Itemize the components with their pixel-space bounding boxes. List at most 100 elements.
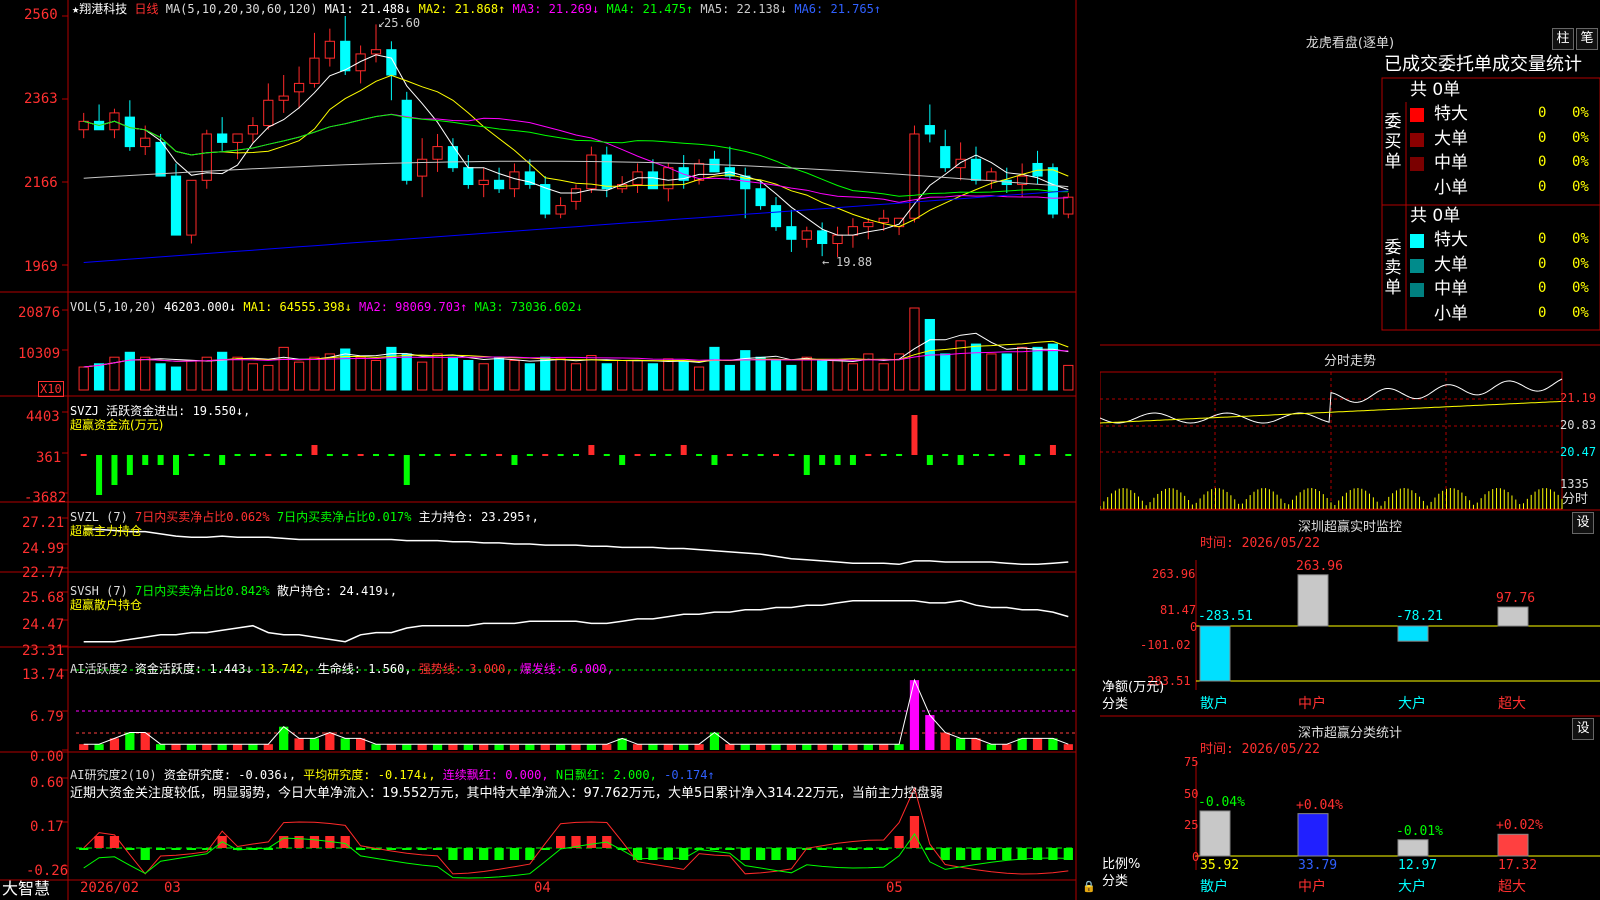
candle-body bbox=[247, 125, 259, 135]
main-chart-svg[interactable] bbox=[0, 0, 1100, 900]
fund-flow-bar bbox=[634, 454, 641, 456]
fund-flow-bar bbox=[1003, 454, 1010, 456]
app-logo[interactable]: 大智慧 bbox=[2, 880, 50, 898]
svzl-subtitle: 超赢主力持仓 bbox=[70, 524, 143, 538]
high-arrow-icon: ↙ bbox=[378, 16, 386, 30]
sell-row-pct: 0% bbox=[1572, 280, 1589, 296]
minute-y-tick: 20.47 bbox=[1560, 445, 1597, 459]
sz-stats-y-tick: 0 bbox=[1192, 850, 1200, 864]
candle-body bbox=[524, 171, 535, 186]
buy-row-pct: 0% bbox=[1572, 129, 1589, 146]
svsh-y-tick: 25.68 bbox=[22, 590, 65, 606]
activity-bar bbox=[402, 744, 412, 750]
activity-bar bbox=[248, 744, 258, 750]
fund-flow-bar bbox=[665, 454, 672, 456]
volume-bar bbox=[940, 353, 951, 391]
kline-y-tick: 2363 bbox=[24, 91, 58, 107]
sz-stats-bar bbox=[1199, 810, 1231, 857]
bar-mode-button[interactable]: 柱 bbox=[1552, 28, 1574, 50]
fund-flow-bar bbox=[403, 455, 410, 485]
svzj-y-tick: 361 bbox=[36, 450, 62, 466]
volume-bar bbox=[370, 359, 382, 391]
sz-stats-change-label: -0.04% bbox=[1198, 794, 1245, 810]
svsh-retail-label: 散户持仓: 24.419↓, bbox=[276, 584, 398, 598]
candle-body bbox=[463, 167, 474, 186]
research-bar bbox=[171, 848, 181, 850]
ai-research-header: AI研究度2(10) 资金研究度: -0.036↓, 平均研究度: -0.174… bbox=[70, 768, 715, 782]
volume-bar bbox=[878, 363, 889, 391]
volume-bar bbox=[524, 363, 535, 391]
fund-flow-bar bbox=[111, 455, 118, 485]
buy-row-label: 中单 bbox=[1434, 153, 1468, 173]
fund-flow-bar bbox=[788, 454, 795, 456]
ai-research-value: 资金研究度: -0.036↓, bbox=[163, 768, 297, 782]
minute-period-label[interactable]: 分时 bbox=[1562, 493, 1588, 507]
research-bar bbox=[986, 848, 996, 860]
fund-flow-bar bbox=[896, 454, 903, 456]
activity-bar bbox=[1002, 744, 1012, 750]
svzj-header: SVZJ 活跃资金进出: 19.550↓, bbox=[70, 404, 251, 418]
lock-icon[interactable]: 🔒 bbox=[1082, 880, 1096, 894]
candle-body bbox=[309, 57, 320, 84]
volume-bar bbox=[1001, 353, 1012, 391]
fund-flow-bar bbox=[1034, 454, 1041, 456]
sz-stats-settings-button[interactable]: 设 bbox=[1572, 718, 1594, 740]
volume-bar bbox=[709, 346, 720, 391]
fund-flow-bar bbox=[1065, 454, 1072, 456]
research-bar bbox=[402, 848, 412, 850]
volume-bar bbox=[247, 363, 259, 391]
buy-side-label: 委买单 bbox=[1384, 112, 1402, 172]
activity-bar bbox=[79, 744, 89, 750]
activity-bar bbox=[263, 744, 273, 750]
sell-legend-swatch bbox=[1410, 234, 1424, 248]
fund-flow-bar bbox=[849, 455, 856, 465]
research-bar bbox=[956, 848, 966, 860]
sz-stats-category-label: 中户 bbox=[1298, 879, 1326, 895]
activity-bar bbox=[125, 732, 135, 750]
candle-body bbox=[755, 188, 766, 207]
sell-row-pct: 0% bbox=[1572, 255, 1589, 272]
volume-bar bbox=[817, 359, 828, 391]
sz-monitor-settings-button[interactable]: 设 bbox=[1572, 512, 1594, 534]
volume-bar bbox=[540, 356, 551, 391]
volume-bar bbox=[447, 356, 459, 391]
activity-bar bbox=[371, 744, 381, 750]
activity-bar bbox=[679, 744, 689, 750]
kline-header: ★翔港科技 日线 MA(5,10,20,30,60,120) MA1: 21.4… bbox=[72, 2, 881, 16]
sz-stats-category-label: 散户 bbox=[1200, 879, 1228, 895]
ai-active-ma: 13.742, bbox=[259, 662, 311, 676]
stock-name[interactable]: ★翔港科技 bbox=[72, 2, 127, 16]
fund-flow-bar bbox=[926, 455, 933, 465]
fund-flow-bar bbox=[773, 454, 779, 456]
research-bar bbox=[109, 836, 120, 848]
sz-monitor-time: 时间: 2026/05/22 bbox=[1200, 536, 1320, 551]
candle-body bbox=[647, 171, 659, 190]
volume-bar bbox=[555, 358, 566, 391]
svzl-net-ratio: 7日内买卖净占比0.017% bbox=[276, 510, 412, 524]
volume-bar bbox=[617, 359, 628, 391]
vol-ma2: MA2: 98069.703↑ bbox=[359, 300, 468, 314]
candle-body bbox=[847, 226, 859, 236]
activity-bar bbox=[648, 744, 658, 750]
volume-bar bbox=[355, 356, 366, 391]
period-label[interactable]: 日线 bbox=[134, 2, 158, 16]
ma4-value: MA4: 21.475↑ bbox=[606, 2, 694, 16]
fund-flow-bar bbox=[726, 454, 733, 456]
volume-bar bbox=[986, 353, 997, 391]
ma5-value: MA5: 22.138↓ bbox=[700, 2, 788, 16]
ai-research-comment: 近期大资金关注度较低，明显弱势，今日大单净流入：19.552万元，其中特大单净流… bbox=[70, 786, 943, 801]
main-holding-line bbox=[83, 528, 1069, 566]
fund-flow-bar bbox=[988, 454, 995, 456]
volume-bar bbox=[78, 366, 89, 391]
pen-mode-button[interactable]: 笔 bbox=[1576, 28, 1598, 50]
buy-row-value: 0 bbox=[1538, 154, 1547, 170]
vol-y-tick: 10309 bbox=[18, 346, 61, 362]
sz-monitor-y-tick: 0 bbox=[1190, 620, 1198, 634]
main-chart-area[interactable]: ★翔港科技 日线 MA(5,10,20,30,60,120) MA1: 21.4… bbox=[0, 0, 1100, 900]
fund-flow-bar bbox=[526, 454, 533, 456]
volume-bar bbox=[232, 356, 243, 391]
candle-body bbox=[832, 234, 843, 245]
fund-flow-bar bbox=[588, 445, 595, 455]
sz-stats-bar bbox=[1297, 813, 1329, 857]
minute-y-tick: 21.19 bbox=[1560, 391, 1597, 405]
